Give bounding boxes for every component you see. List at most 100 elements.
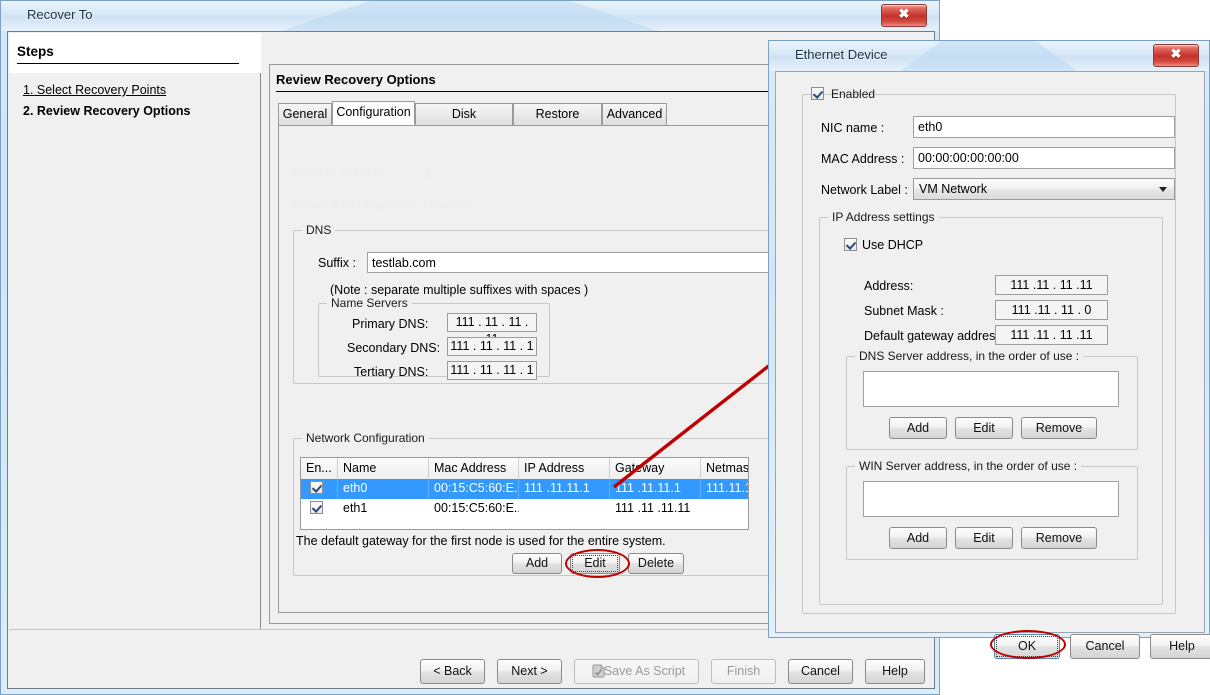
row-ip-cell	[519, 499, 610, 519]
default-gateway-note: The default gateway for the first node i…	[296, 534, 666, 548]
ip-address-settings-title: IP Address settings	[828, 210, 939, 224]
steps-heading: Steps	[17, 44, 54, 59]
mac-address-input[interactable]	[913, 147, 1175, 169]
address-label: Address:	[864, 279, 913, 293]
checkbox-icon[interactable]	[310, 501, 323, 514]
network-label-select[interactable]: VM Network	[913, 178, 1175, 200]
name-servers-title: Name Servers	[327, 296, 412, 310]
edit-button-focus-ring	[572, 555, 618, 572]
finish-button: Finish	[711, 659, 776, 684]
network-label-label: Network Label :	[821, 183, 908, 197]
tab-disk-configuration[interactable]: Disk Configuration	[415, 103, 513, 125]
win-edit-button[interactable]: Edit	[955, 527, 1013, 549]
sidebar-item-review-recovery-options[interactable]: 2. Review Recovery Options	[23, 104, 190, 118]
help-button[interactable]: Help	[865, 659, 925, 684]
suffix-note: (Note : separate multiple suffixes with …	[330, 283, 588, 297]
ip-address-settings-group: IP Address settings Use DHCP Address: 11…	[819, 217, 1163, 605]
faint-label-network-config: Network Configuration	[293, 198, 417, 212]
main-titlebar[interactable]	[1, 1, 939, 31]
close-icon[interactable]: ✖	[881, 4, 927, 27]
row-gateway-cell: 111 .11 .11.11	[610, 499, 701, 519]
secondary-dns-label: Secondary DNS:	[347, 341, 440, 355]
mac-address-label: MAC Address :	[821, 152, 904, 166]
faint-value-network-config: Disabled	[424, 198, 473, 212]
default-gateway-label: Default gateway address :	[864, 329, 1009, 343]
row-enabled-cell[interactable]	[301, 499, 338, 519]
primary-dns-input[interactable]: 111 . 11 . 11 . 11	[447, 313, 537, 332]
win-add-button[interactable]: Add	[889, 527, 947, 549]
dialog-titlebar-glass-decoration	[892, 41, 1086, 71]
faint-value-number-of-nics: 2	[424, 166, 431, 180]
row-netmask-cell	[701, 499, 749, 519]
row-enabled-cell[interactable]	[301, 479, 338, 499]
dns-group-title: DNS	[302, 223, 335, 237]
row-mac-cell: 00:15:C5:60:E...	[429, 479, 519, 499]
network-configuration-title: Network Configuration	[302, 431, 429, 445]
row-gateway-cell: 111 .11.11.1	[610, 479, 701, 499]
add-network-button[interactable]: Add	[512, 553, 562, 574]
nic-name-input[interactable]	[913, 116, 1175, 138]
enabled-checkbox-label[interactable]: Enabled	[827, 87, 879, 101]
row-netmask-cell: 111.11.11.1	[701, 479, 749, 499]
script-icon	[591, 664, 606, 679]
table-row[interactable]: eth1 00:15:C5:60:E... 111 .11 .11.11	[301, 499, 748, 519]
column-header-gateway[interactable]: Gateway	[610, 458, 701, 479]
use-dhcp-label[interactable]: Use DHCP	[862, 238, 923, 252]
back-button[interactable]: < Back	[420, 659, 485, 684]
subnet-mask-input[interactable]: 111 .11 . 11 . 0	[995, 300, 1108, 320]
table-header-row: En... Name Mac Address IP Address Gatewa…	[301, 458, 748, 480]
dialog-help-button[interactable]: Help	[1150, 634, 1210, 659]
dns-server-address-title: DNS Server address, in the order of use …	[855, 349, 1083, 363]
faint-label-number-of-nics: Number of NICs :	[293, 166, 390, 180]
next-button[interactable]: Next >	[497, 659, 562, 684]
dns-remove-button[interactable]: Remove	[1021, 417, 1097, 439]
win-server-address-group: WIN Server address, in the order of use …	[846, 466, 1138, 560]
tertiary-dns-label: Tertiary DNS:	[354, 365, 428, 379]
tab-general[interactable]: General	[278, 103, 332, 125]
row-name-cell: eth0	[338, 479, 429, 499]
sidebar-item-select-recovery-points[interactable]: 1. Select Recovery Points	[23, 83, 166, 97]
enabled-checkbox[interactable]	[811, 87, 824, 100]
network-label-value: VM Network	[919, 182, 987, 196]
win-remove-button[interactable]: Remove	[1021, 527, 1097, 549]
close-icon[interactable]: ✖	[1153, 44, 1199, 67]
column-header-netmask[interactable]: Netmask	[701, 458, 749, 479]
row-name-cell: eth1	[338, 499, 429, 519]
tab-advanced[interactable]: Advanced	[602, 103, 667, 125]
primary-dns-label: Primary DNS:	[352, 317, 428, 331]
column-header-enabled[interactable]: En...	[301, 458, 338, 479]
tab-restore-options[interactable]: Restore Options	[513, 103, 602, 125]
column-header-ip-address[interactable]: IP Address	[519, 458, 610, 479]
use-dhcp-checkbox[interactable]	[844, 238, 857, 251]
suffix-label: Suffix :	[318, 256, 356, 270]
page-title: Review Recovery Options	[276, 72, 436, 87]
row-mac-cell: 00:15:C5:60:E...	[429, 499, 519, 519]
dns-server-address-group: DNS Server address, in the order of use …	[846, 356, 1138, 450]
steps-divider	[17, 63, 239, 64]
dns-server-list[interactable]	[863, 371, 1119, 407]
cancel-button[interactable]: Cancel	[788, 659, 853, 684]
subnet-mask-label: Subnet Mask :	[864, 304, 944, 318]
dns-add-button[interactable]: Add	[889, 417, 947, 439]
row-ip-cell: 111 .11.11.1	[519, 479, 610, 499]
secondary-dns-input[interactable]: 111 . 11 . 11 . 1	[447, 337, 537, 356]
table-row[interactable]: eth0 00:15:C5:60:E... 111 .11.11.1 111 .…	[301, 479, 748, 499]
nic-name-label: NIC name :	[821, 121, 884, 135]
titlebar-glass-decoration	[264, 1, 677, 31]
dns-edit-button[interactable]: Edit	[955, 417, 1013, 439]
delete-network-button[interactable]: Delete	[628, 553, 684, 574]
name-servers-group: Name Servers Primary DNS: 111 . 11 . 11 …	[318, 303, 550, 377]
checkbox-icon[interactable]	[310, 481, 323, 494]
tertiary-dns-input[interactable]: 111 . 11 . 11 . 1	[447, 361, 537, 380]
dialog-cancel-button[interactable]: Cancel	[1070, 634, 1140, 659]
column-header-name[interactable]: Name	[338, 458, 429, 479]
column-header-mac-address[interactable]: Mac Address	[429, 458, 519, 479]
default-gateway-input[interactable]: 111 .11 . 11 .11	[995, 325, 1108, 345]
chevron-down-icon	[1159, 187, 1167, 192]
win-server-address-title: WIN Server address, in the order of use …	[855, 459, 1081, 473]
win-server-list[interactable]	[863, 481, 1119, 517]
address-input[interactable]: 111 .11 . 11 .11	[995, 275, 1108, 295]
network-configuration-table[interactable]: En... Name Mac Address IP Address Gatewa…	[300, 457, 749, 530]
ethernet-device-dialog: Ethernet Device ✖ Enabled NIC name : MAC…	[768, 40, 1210, 638]
tab-configuration[interactable]: Configuration	[332, 101, 415, 125]
